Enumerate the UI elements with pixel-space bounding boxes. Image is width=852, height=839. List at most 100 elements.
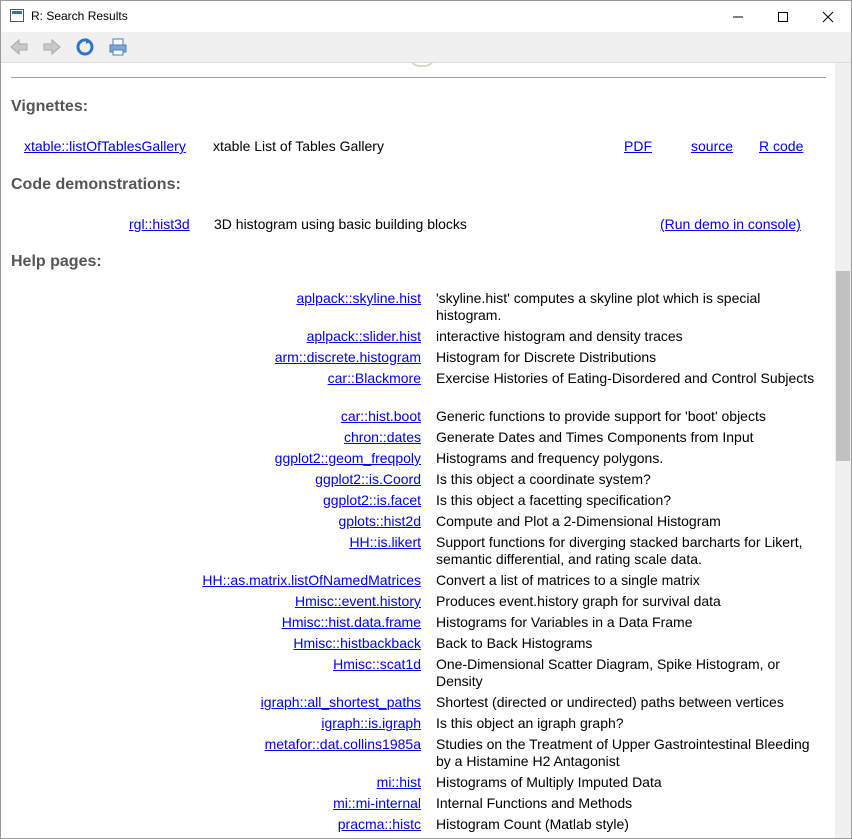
pdf-link-text[interactable]: PDF bbox=[624, 138, 652, 154]
back-arrow-icon bbox=[10, 38, 28, 56]
help-topic-description: Is this object a coordinate system? bbox=[436, 471, 651, 487]
help-topic-link[interactable]: ggplot2::is.facet bbox=[323, 492, 421, 509]
help-topic-link[interactable]: Hmisc::histbackback bbox=[293, 635, 421, 652]
help-row: chron::dates Generate Dates and Times Com… bbox=[1, 429, 835, 446]
help-row: igraph::all_shortest_paths Shortest (dire… bbox=[1, 694, 835, 711]
help-row: gplots::hist2d Compute and Plot a 2-Dimen… bbox=[1, 513, 835, 530]
help-topic-description: Exercise Histories of Eating-Disordered … bbox=[436, 370, 815, 386]
help-row: mi::hist Histograms of Multiply Imputed D… bbox=[1, 774, 835, 791]
help-row: Hmisc::hist.data.frame Histograms for Var… bbox=[1, 614, 835, 631]
help-row: Hmisc::scat1d One-Dimensional Scatter Dia… bbox=[1, 656, 835, 690]
vignette-link[interactable]: xtable::listOfTablesGallery bbox=[24, 138, 186, 154]
print-button[interactable] bbox=[107, 36, 129, 58]
help-topic-description: Histogram for Discrete Distributions bbox=[436, 349, 657, 365]
help-topic-link[interactable]: mi::mi-internal bbox=[333, 795, 421, 812]
help-topic-description: Histograms and frequency polygons. bbox=[436, 450, 664, 466]
scrollbar-thumb[interactable] bbox=[836, 271, 850, 461]
help-topic-description: Generic functions to provide support for… bbox=[436, 408, 766, 424]
vertical-scrollbar[interactable] bbox=[835, 63, 851, 838]
help-topic-link[interactable]: mi::hist bbox=[377, 774, 421, 791]
browser-window: R: Search Results Vignettes: xtable::lis… bbox=[0, 0, 852, 839]
forward-button[interactable] bbox=[41, 36, 63, 58]
help-topic-description: Convert a list of matrices to a single m… bbox=[436, 572, 700, 588]
help-heading: Help pages: bbox=[11, 253, 102, 270]
help-row: aplpack::skyline.hist 'skyline.hist' comp… bbox=[1, 290, 835, 324]
demo-link[interactable]: rgl::hist3d bbox=[129, 216, 190, 232]
help-topic-link[interactable]: arm::discrete.histogram bbox=[275, 349, 421, 366]
refresh-icon bbox=[76, 38, 94, 56]
help-topic-description: 'skyline.hist' computes a skyline plot w… bbox=[436, 290, 761, 323]
vignettes-heading: Vignettes: bbox=[11, 98, 89, 115]
run-demo-text[interactable]: (Run demo in console) bbox=[660, 216, 801, 232]
help-row: ggplot2::geom_freqpoly Histograms and fre… bbox=[1, 450, 835, 467]
r-logo-fragment bbox=[408, 63, 436, 67]
page-content: Vignettes: xtable::listOfTablesGallery x… bbox=[1, 63, 835, 838]
minimize-button[interactable] bbox=[715, 1, 761, 32]
maximize-button[interactable] bbox=[760, 1, 806, 32]
help-topic-description: Produces event.history graph for surviva… bbox=[436, 593, 721, 609]
help-topic-link[interactable]: ggplot2::is.Coord bbox=[315, 471, 421, 488]
help-topic-description: Back to Back Histograms bbox=[436, 635, 593, 651]
help-row: ggplot2::is.facet Is this object a facett… bbox=[1, 492, 835, 509]
toolbar bbox=[1, 32, 851, 63]
help-topic-link[interactable]: aplpack::slider.hist bbox=[307, 328, 421, 345]
help-row: aplpack::slider.hist interactive histogra… bbox=[1, 328, 835, 345]
help-topic-description: Studies on the Treatment of Upper Gastro… bbox=[436, 736, 810, 769]
help-topic-link[interactable]: Hmisc::hist.data.frame bbox=[282, 614, 421, 631]
help-topic-link[interactable]: HH::is.likert bbox=[349, 534, 421, 551]
help-row: igraph::is.igraph Is this object an igrap… bbox=[1, 715, 835, 732]
help-topic-link[interactable]: igraph::all_shortest_paths bbox=[261, 694, 421, 711]
forward-arrow-icon bbox=[43, 38, 61, 56]
rcode-link[interactable]: R code bbox=[759, 138, 803, 154]
source-link[interactable]: source bbox=[691, 138, 733, 154]
help-topic-link[interactable]: car::Blackmore bbox=[328, 370, 421, 387]
rcode-link-text[interactable]: R code bbox=[759, 138, 803, 154]
help-topic-link[interactable]: car::hist.boot bbox=[341, 408, 421, 425]
help-row: car::Blackmore Exercise Histories of Eati… bbox=[1, 370, 835, 404]
back-button[interactable] bbox=[8, 36, 30, 58]
close-button[interactable] bbox=[805, 1, 851, 32]
help-topic-link[interactable]: Hmisc::scat1d bbox=[333, 656, 421, 673]
run-demo-link[interactable]: (Run demo in console) bbox=[660, 216, 801, 232]
help-topic-link[interactable]: Hmisc::event.history bbox=[295, 593, 421, 610]
close-icon bbox=[822, 11, 834, 22]
printer-icon bbox=[109, 38, 127, 56]
help-row: ggplot2::is.Coord Is this object a coordi… bbox=[1, 471, 835, 488]
help-row: metafor::dat.collins1985a Studies on the … bbox=[1, 736, 835, 770]
help-row: HH::is.likert Support functions for diver… bbox=[1, 534, 835, 568]
help-topic-link[interactable]: pracma::histc bbox=[338, 816, 421, 833]
help-topic-link[interactable]: metafor::dat.collins1985a bbox=[265, 736, 421, 753]
help-topic-description: Shortest (directed or undirected) paths … bbox=[436, 694, 784, 710]
vignette-name[interactable]: xtable::listOfTablesGallery bbox=[24, 138, 186, 154]
help-row: mi::mi-internal Internal Functions and Me… bbox=[1, 795, 835, 812]
demo-description: 3D histogram using basic building blocks bbox=[214, 216, 467, 232]
help-topic-link[interactable]: HH::as.matrix.listOfNamedMatrices bbox=[202, 572, 421, 589]
help-topic-description: Generate Dates and Times Components from… bbox=[436, 429, 754, 445]
minimize-icon bbox=[733, 16, 743, 17]
help-topic-description: Histograms of Multiply Imputed Data bbox=[436, 774, 662, 790]
pdf-link[interactable]: PDF bbox=[624, 138, 652, 154]
help-topic-description: Internal Functions and Methods bbox=[436, 795, 633, 811]
demo-name[interactable]: rgl::hist3d bbox=[129, 216, 190, 232]
refresh-button[interactable] bbox=[74, 36, 96, 58]
divider bbox=[11, 77, 826, 78]
help-topic-link[interactable]: igraph::is.igraph bbox=[321, 715, 421, 732]
demos-heading: Code demonstrations: bbox=[11, 176, 181, 193]
app-window-icon bbox=[10, 9, 24, 22]
help-row: HH::as.matrix.listOfNamedMatrices Convert… bbox=[1, 572, 835, 589]
help-topic-link[interactable]: gplots::hist2d bbox=[339, 513, 422, 530]
vignette-description: xtable List of Tables Gallery bbox=[213, 138, 384, 154]
help-topic-description: One-Dimensional Scatter Diagram, Spike H… bbox=[436, 656, 780, 689]
title-bar: R: Search Results bbox=[1, 1, 851, 32]
help-topic-description: Histogram Count (Matlab style) bbox=[436, 816, 629, 832]
help-topic-link[interactable]: chron::dates bbox=[344, 429, 421, 446]
help-topic-link[interactable]: ggplot2::geom_freqpoly bbox=[275, 450, 421, 467]
window-title: R: Search Results bbox=[31, 9, 128, 23]
help-topic-link[interactable]: aplpack::skyline.hist bbox=[296, 290, 421, 307]
maximize-icon bbox=[778, 11, 788, 22]
help-topic-description: Compute and Plot a 2-Dimensional Histogr… bbox=[436, 513, 721, 529]
help-topic-description: Histograms for Variables in a Data Frame bbox=[436, 614, 693, 630]
help-topic-description: Is this object a facetting specification… bbox=[436, 492, 672, 508]
source-link-text[interactable]: source bbox=[691, 138, 733, 154]
help-row: arm::discrete.histogram Histogram for Dis… bbox=[1, 349, 835, 366]
